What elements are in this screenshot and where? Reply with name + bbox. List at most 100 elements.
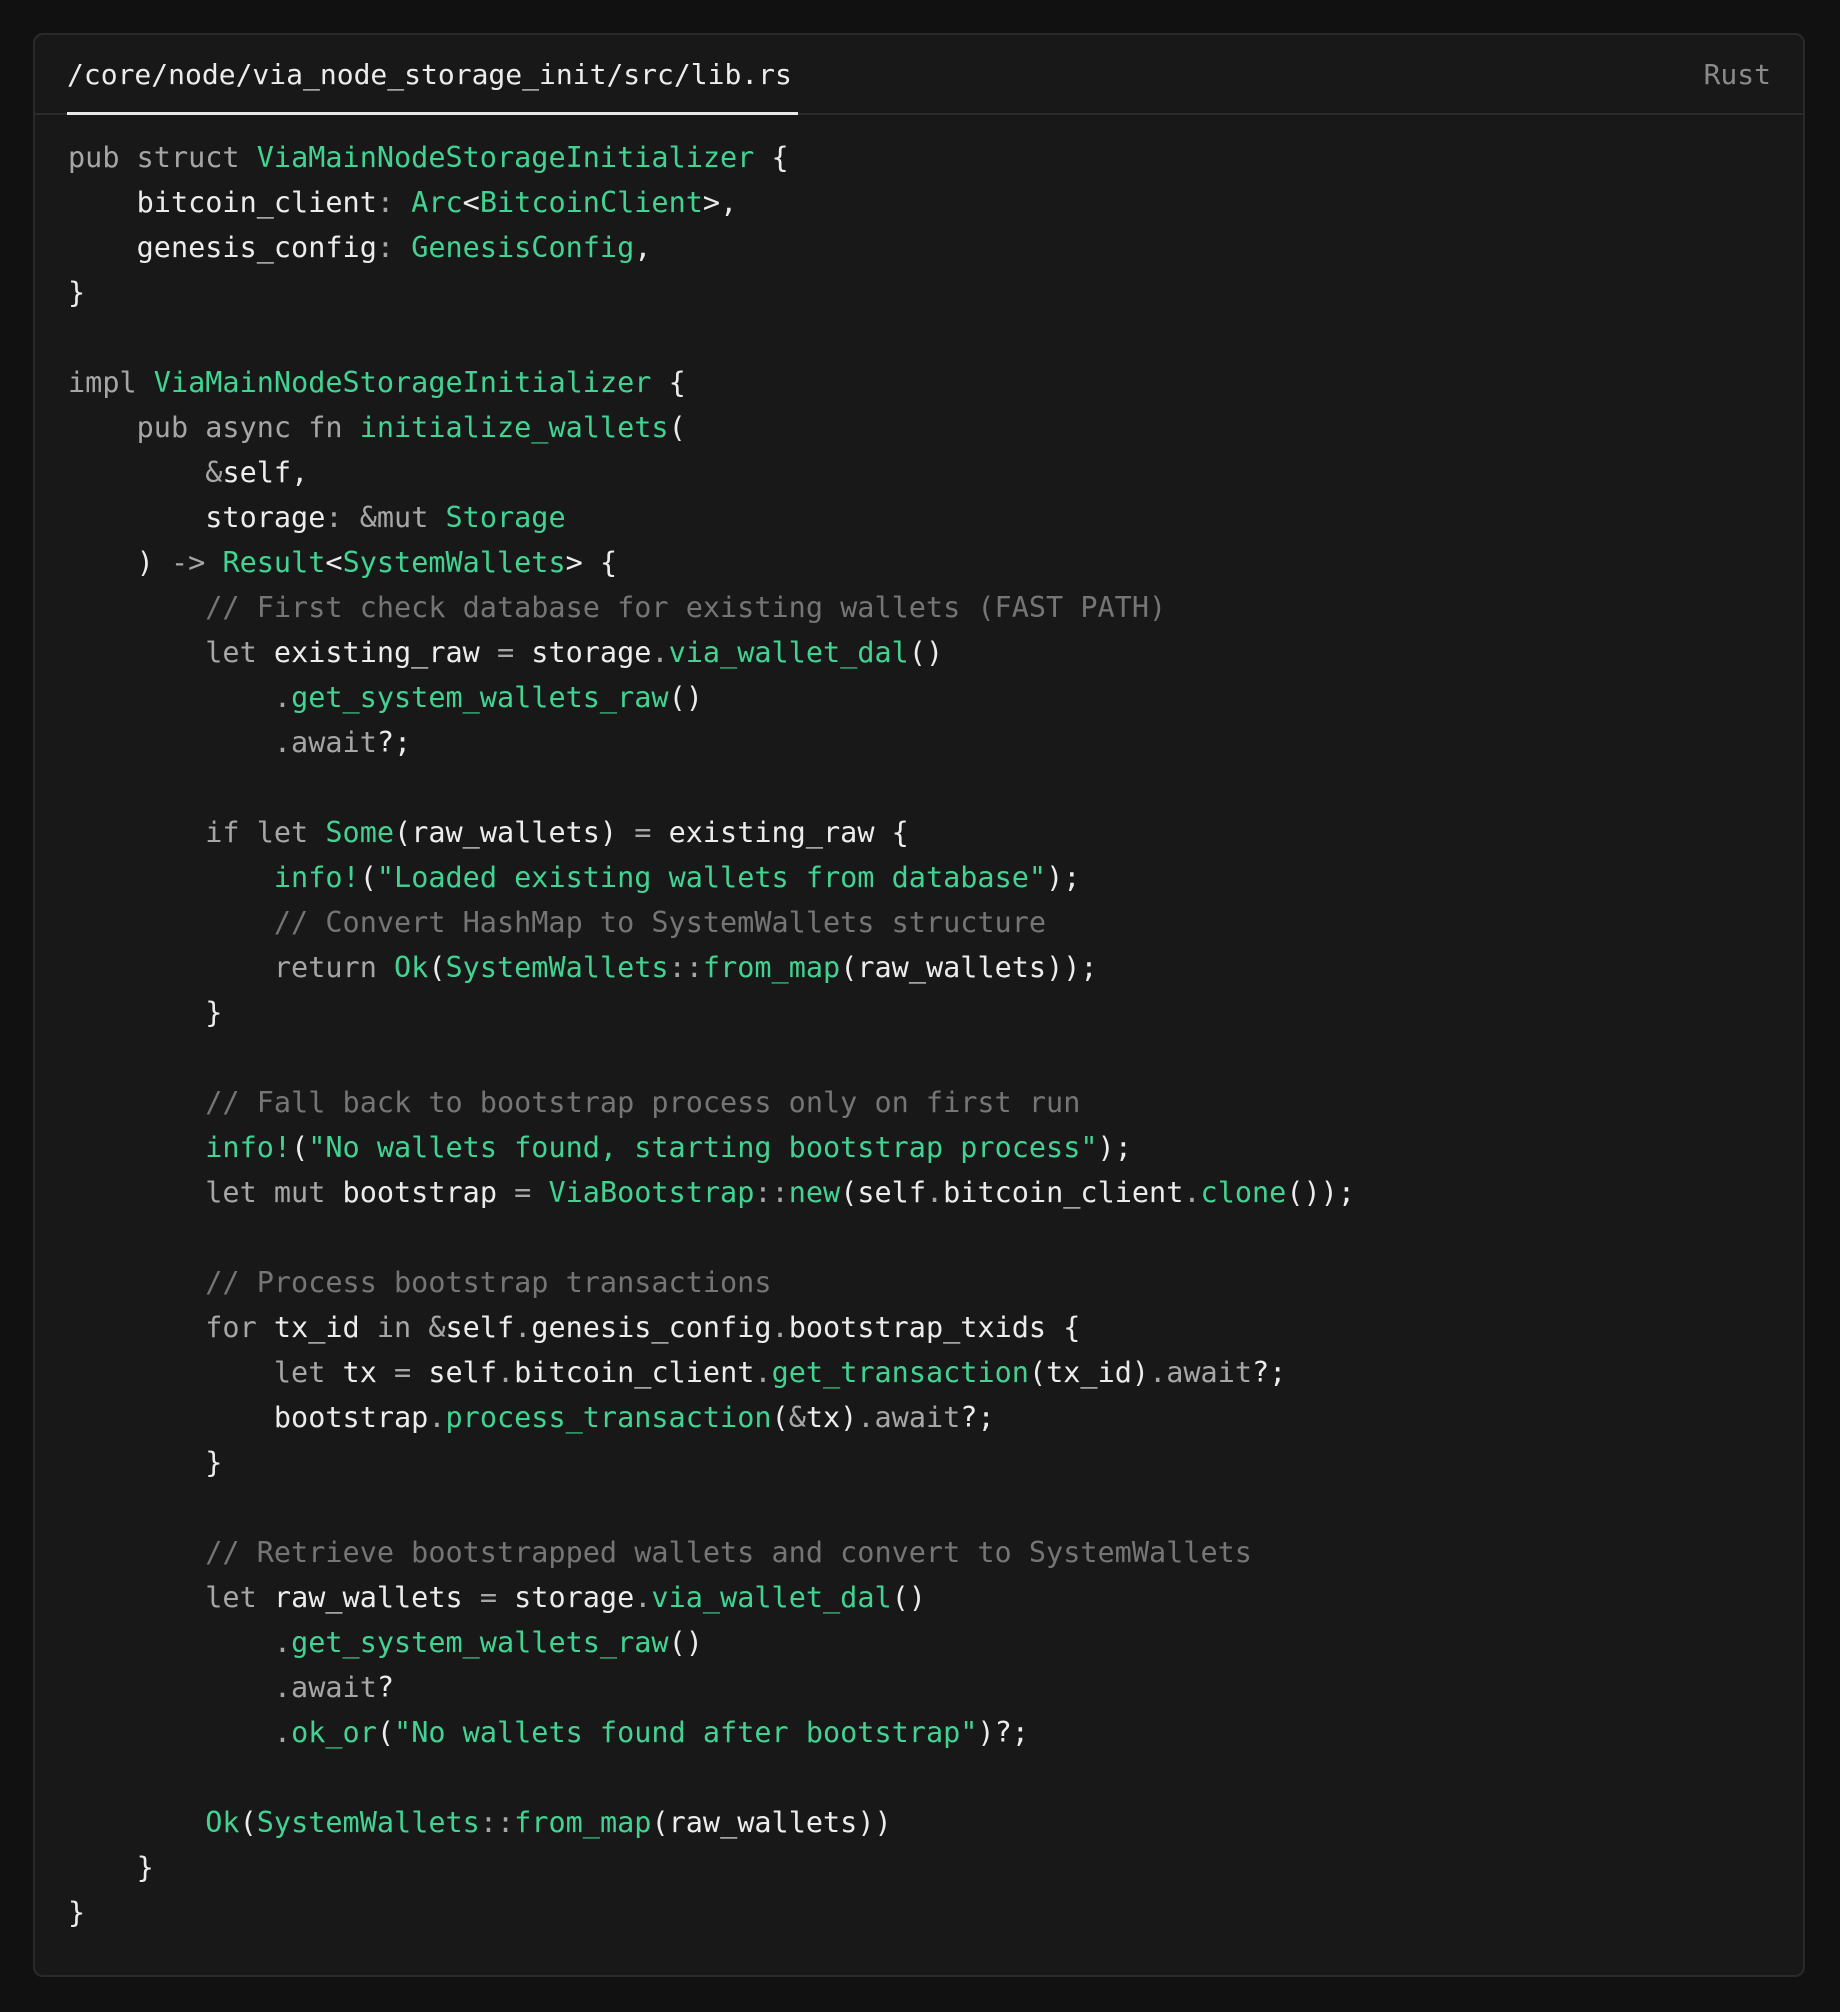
code-token: (: [359, 861, 377, 894]
code-line: }: [68, 270, 1783, 315]
code-line: .await?: [68, 1665, 1783, 1710]
code-token: .await: [68, 1671, 377, 1704]
code-token: Result: [222, 546, 326, 579]
code-token: self: [445, 1311, 515, 1344]
code-token: =: [514, 1176, 549, 1209]
code-token: );: [1097, 1131, 1132, 1164]
code-token: from_map: [702, 951, 841, 984]
code-token: if let: [68, 816, 326, 849]
code-token: pub async fn: [68, 411, 360, 444]
code-token: BitcoinClient: [479, 186, 703, 219]
code-token: .await: [1149, 1356, 1253, 1389]
code-token: .: [68, 1716, 292, 1749]
code-token: &mut: [359, 501, 446, 534]
code-token: ::: [479, 1806, 515, 1839]
code-token: <: [462, 186, 480, 219]
code-token: raw_wallets: [273, 1581, 480, 1614]
code-line: ) -> Result<SystemWallets> {: [68, 540, 1783, 585]
code-token: SystemWallets: [256, 1806, 480, 1839]
code-line: info!("Loaded existing wallets from data…: [68, 855, 1783, 900]
code-token: (tx_id): [1028, 1356, 1150, 1389]
code-token: .: [514, 1311, 532, 1344]
code-token: :: [376, 186, 412, 219]
code-token: ,: [634, 231, 652, 264]
code-token: Ok: [68, 1806, 240, 1839]
code-token: storage: [68, 501, 326, 534]
code-token: tx): [805, 1401, 858, 1434]
code-token: .: [634, 1581, 652, 1614]
code-token: Arc: [411, 186, 463, 219]
code-token: pub struct: [68, 141, 257, 174]
code-token: let: [68, 1356, 343, 1389]
code-token: (: [428, 951, 446, 984]
code-token: ::: [754, 1176, 789, 1209]
code-token: ?;: [376, 726, 412, 759]
code-token: }: [68, 276, 86, 309]
code-token: existing_raw: [273, 636, 497, 669]
code-token: (raw_wallets): [394, 816, 635, 849]
code-line: // Convert HashMap to SystemWallets stru…: [68, 900, 1783, 945]
code-token: get_system_wallets_raw: [291, 681, 669, 714]
code-token: =: [634, 816, 669, 849]
code-token: ::: [668, 951, 703, 984]
code-line: // Retrieve bootstrapped wallets and con…: [68, 1530, 1783, 1575]
code-line: let mut bootstrap = ViaBootstrap::new(se…: [68, 1170, 1783, 1215]
code-token: (: [376, 1716, 395, 1749]
code-line: impl ViaMainNodeStorageInitializer {: [68, 360, 1783, 405]
code-token: GenesisConfig: [411, 231, 635, 264]
code-token: // Fall back to bootstrap process only o…: [68, 1086, 1081, 1119]
code-token: from_map: [514, 1806, 652, 1839]
code-line: if let Some(raw_wallets) = existing_raw …: [68, 810, 1783, 855]
code-token: SystemWallets: [342, 546, 566, 579]
code-line: }: [68, 1890, 1783, 1935]
code-token: }: [68, 1446, 223, 1479]
code-line: // First check database for existing wal…: [68, 585, 1783, 630]
code-token: ?: [376, 1671, 395, 1704]
file-path-tab[interactable]: /core/node/via_node_storage_init/src/lib…: [67, 35, 798, 115]
code-token: via_wallet_dal: [668, 636, 909, 669]
code-token: (): [668, 681, 703, 714]
code-token: &: [788, 1401, 806, 1434]
code-line: }: [68, 990, 1783, 1035]
code-token: impl: [68, 366, 154, 399]
code-token: (: [668, 411, 686, 444]
code-token: bootstrap: [68, 1401, 429, 1434]
code-token: .: [428, 1401, 446, 1434]
code-line: return Ok(SystemWallets::from_map(raw_wa…: [68, 945, 1783, 990]
code-line: .await?;: [68, 720, 1783, 765]
code-token: ok_or: [291, 1716, 377, 1749]
code-token: Storage: [445, 501, 566, 534]
code-content: pub struct ViaMainNodeStorageInitializer…: [68, 135, 1783, 1955]
code-line: // Process bootstrap transactions: [68, 1260, 1783, 1305]
code-token: =: [479, 1581, 515, 1614]
code-token: // First check database for existing wal…: [68, 591, 1167, 624]
code-token: )?;: [977, 1716, 1029, 1749]
code-token: Some: [325, 816, 395, 849]
code-token: genesis_config: [531, 1311, 772, 1344]
code-token: .: [771, 1311, 789, 1344]
code-token: (): [668, 1626, 703, 1659]
code-token: bitcoin_client: [68, 186, 377, 219]
code-line: &self,: [68, 450, 1783, 495]
code-token: >,: [702, 186, 738, 219]
code-line: let existing_raw = storage.via_wallet_da…: [68, 630, 1783, 675]
code-token: tx: [342, 1356, 395, 1389]
code-token: new: [788, 1176, 841, 1209]
code-token: .: [925, 1176, 944, 1209]
code-line: storage: &mut Storage: [68, 495, 1783, 540]
code-line: pub struct ViaMainNodeStorageInitializer…: [68, 135, 1783, 180]
code-token: // Process bootstrap transactions: [68, 1266, 772, 1299]
code-token: (): [891, 1581, 926, 1614]
code-token: &: [68, 456, 223, 489]
code-token: get_system_wallets_raw: [291, 1626, 669, 1659]
code-token: for: [68, 1311, 274, 1344]
code-token: tx_id: [273, 1311, 377, 1344]
code-token: ?;: [960, 1401, 995, 1434]
code-token: SystemWallets: [445, 951, 669, 984]
code-header: /core/node/via_node_storage_init/src/lib…: [35, 35, 1803, 115]
code-token: storage: [531, 636, 652, 669]
code-token: }: [68, 1851, 154, 1884]
